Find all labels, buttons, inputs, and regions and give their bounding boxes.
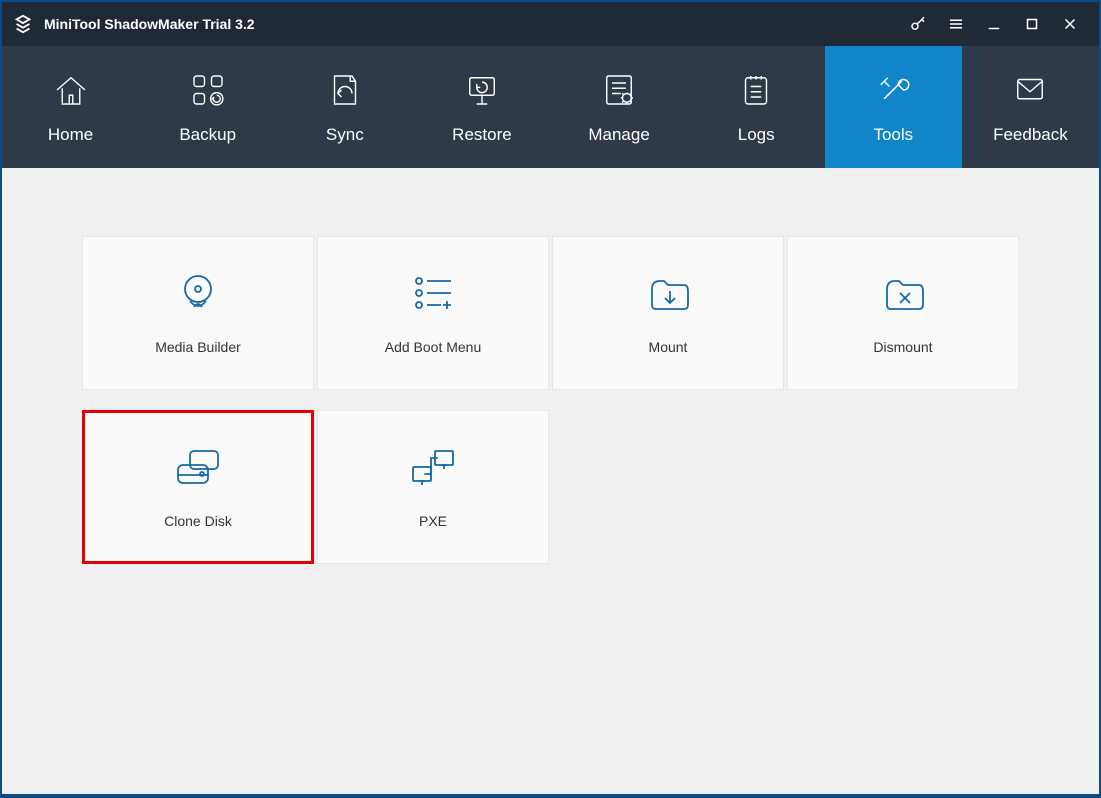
tools-panel: Media Builder Add Boot Menu Mount Dismou…	[2, 168, 1099, 794]
tool-label: PXE	[419, 513, 447, 529]
tab-label: Sync	[326, 125, 364, 145]
app-window: MiniTool ShadowMaker Trial 3.2 Home Back…	[2, 2, 1099, 794]
tab-label: Manage	[588, 125, 649, 145]
titlebar: MiniTool ShadowMaker Trial 3.2	[2, 2, 1099, 46]
tool-label: Dismount	[873, 339, 932, 355]
tab-label: Home	[48, 125, 93, 145]
tool-add-boot-menu[interactable]: Add Boot Menu	[317, 236, 549, 390]
tool-label: Clone Disk	[164, 513, 232, 529]
tab-label: Logs	[738, 125, 775, 145]
tab-backup[interactable]: Backup	[139, 46, 276, 168]
tab-label: Feedback	[993, 125, 1068, 145]
close-button[interactable]	[1051, 2, 1089, 46]
tool-dismount[interactable]: Dismount	[787, 236, 1019, 390]
tool-media-builder[interactable]: Media Builder	[82, 236, 314, 390]
tab-label: Restore	[452, 125, 512, 145]
key-icon[interactable]	[899, 2, 937, 46]
tool-clone-disk[interactable]: Clone Disk	[82, 410, 314, 564]
tab-home[interactable]: Home	[2, 46, 139, 168]
menu-icon[interactable]	[937, 2, 975, 46]
tools-grid: Media Builder Add Boot Menu Mount Dismou…	[82, 236, 1019, 564]
app-logo-icon	[12, 13, 34, 35]
tool-mount[interactable]: Mount	[552, 236, 784, 390]
main-nav: Home Backup Sync Restore Manage Logs Too…	[2, 46, 1099, 168]
tab-label: Backup	[179, 125, 236, 145]
tool-label: Mount	[649, 339, 688, 355]
tool-label: Media Builder	[155, 339, 241, 355]
tab-tools[interactable]: Tools	[825, 46, 962, 168]
app-title: MiniTool ShadowMaker Trial 3.2	[44, 16, 255, 32]
minimize-button[interactable]	[975, 2, 1013, 46]
tab-manage[interactable]: Manage	[551, 46, 688, 168]
tab-feedback[interactable]: Feedback	[962, 46, 1099, 168]
tool-pxe[interactable]: PXE	[317, 410, 549, 564]
tab-label: Tools	[873, 125, 913, 145]
tab-restore[interactable]: Restore	[413, 46, 550, 168]
tab-logs[interactable]: Logs	[688, 46, 825, 168]
tab-sync[interactable]: Sync	[276, 46, 413, 168]
maximize-button[interactable]	[1013, 2, 1051, 46]
tool-label: Add Boot Menu	[385, 339, 482, 355]
